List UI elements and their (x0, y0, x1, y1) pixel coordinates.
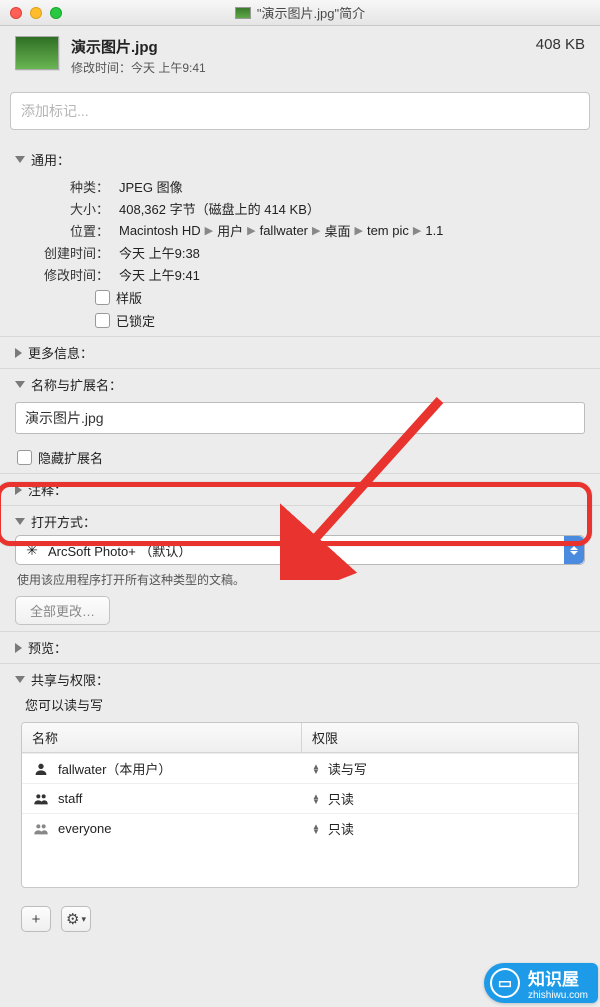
zoom-button[interactable] (50, 7, 62, 19)
window-title: "演示图片.jpg"简介 (257, 3, 365, 22)
modified-value2: 今天 上午9:41 (119, 265, 585, 284)
watermark-brand: 知识屋 (528, 970, 579, 989)
stepper-icon[interactable]: ▲▼ (312, 764, 320, 774)
section-openwith-toggle[interactable]: 打开方式： (15, 512, 585, 531)
table-row[interactable]: everyone ▲▼只读 (22, 813, 578, 843)
action-menu-button[interactable]: ⚙▾ (61, 906, 91, 932)
chevron-right-icon (15, 348, 22, 358)
modified-label2: 修改时间： (39, 265, 109, 284)
section-sharing-toggle[interactable]: 共享与权限： (15, 670, 585, 689)
openwith-selected: ArcSoft Photo+ （默认） (48, 541, 191, 560)
where-value: Macintosh HD▶ 用户▶ fallwater▶ 桌面▶ tem pic… (119, 221, 585, 240)
section-preview-toggle[interactable]: 预览： (15, 638, 585, 657)
filename-input[interactable] (15, 402, 585, 434)
you-can-label: 您可以读与写 (25, 695, 585, 714)
file-header: 演示图片.jpg 修改时间：今天 上午9:41 408 KB (0, 26, 600, 86)
hide-extension-label: 隐藏扩展名 (38, 448, 103, 467)
close-button[interactable] (10, 7, 22, 19)
chevron-down-icon: ▾ (81, 914, 86, 925)
col-priv-header: 权限 (302, 723, 578, 752)
created-value: 今天 上午9:38 (119, 243, 585, 262)
kind-value: JPEG 图像 (119, 177, 585, 196)
table-row[interactable]: staff ▲▼只读 (22, 783, 578, 813)
chevron-down-icon (15, 518, 25, 525)
change-all-button[interactable]: 全部更改… (15, 596, 110, 625)
size-value: 408,362 字节（磁盘上的 414 KB） (119, 199, 585, 218)
titlebar: "演示图片.jpg"简介 (0, 0, 600, 26)
watermark-badge: ▭ 知识屋 zhishiwu.com (484, 963, 598, 1003)
section-nameext-toggle[interactable]: 名称与扩展名： (15, 375, 585, 394)
section-sharing-title: 共享与权限： (31, 670, 109, 689)
group-icon (32, 791, 50, 807)
stepper-icon[interactable]: ▲▼ (312, 824, 320, 834)
tags-input[interactable]: 添加标记... (10, 92, 590, 130)
watermark-icon: ▭ (490, 968, 520, 998)
openwith-select[interactable]: ✳︎ ArcSoft Photo+ （默认） (15, 535, 585, 565)
section-general-title: 通用： (31, 150, 70, 169)
app-icon: ✳︎ (24, 542, 40, 558)
section-moreinfo-title: 更多信息： (28, 343, 93, 362)
stepper-icon[interactable]: ▲▼ (312, 794, 320, 804)
add-permission-button[interactable]: + (21, 906, 51, 932)
file-thumbnail (15, 36, 59, 70)
user-icon (32, 761, 50, 777)
openwith-help: 使用该应用程序打开所有这种类型的文稿。 (17, 571, 585, 588)
locked-label: 已锁定 (116, 311, 155, 330)
created-label: 创建时间： (39, 243, 109, 262)
minimize-button[interactable] (30, 7, 42, 19)
stationery-label: 样版 (116, 288, 142, 307)
section-general-toggle[interactable]: 通用： (15, 150, 585, 169)
where-label: 位置： (39, 221, 109, 240)
section-moreinfo-toggle[interactable]: 更多信息： (15, 343, 585, 362)
chevron-right-icon (15, 643, 22, 653)
size-label: 大小： (39, 199, 109, 218)
modified-label: 修改时间： (71, 61, 131, 75)
section-openwith-title: 打开方式： (31, 512, 96, 531)
group-icon (32, 821, 50, 837)
stationery-checkbox[interactable] (95, 290, 110, 305)
section-preview-title: 预览： (28, 638, 67, 657)
section-comments-toggle[interactable]: 注释： (15, 480, 585, 499)
gear-icon: ⚙ (66, 910, 79, 928)
modified-value: 今天 上午9:41 (131, 61, 206, 75)
section-nameext-title: 名称与扩展名： (31, 375, 122, 394)
permissions-table: 名称 权限 fallwater（本用户） ▲▼读与写 staff ▲▼只读 ev… (21, 722, 579, 888)
titlebar-thumb-icon (235, 7, 251, 19)
chevron-down-icon (15, 676, 25, 683)
chevron-right-icon (15, 485, 22, 495)
locked-checkbox[interactable] (95, 313, 110, 328)
watermark-url: zhishiwu.com (528, 990, 588, 1001)
file-size: 408 KB (536, 36, 585, 53)
chevron-down-icon (15, 381, 25, 388)
file-name: 演示图片.jpg (71, 36, 536, 57)
chevron-down-icon (15, 156, 25, 163)
hide-extension-checkbox[interactable] (17, 450, 32, 465)
select-arrow-icon (564, 536, 584, 564)
section-comments-title: 注释： (28, 480, 67, 499)
col-name-header: 名称 (22, 723, 302, 752)
table-row[interactable]: fallwater（本用户） ▲▼读与写 (22, 753, 578, 783)
kind-label: 种类： (39, 177, 109, 196)
